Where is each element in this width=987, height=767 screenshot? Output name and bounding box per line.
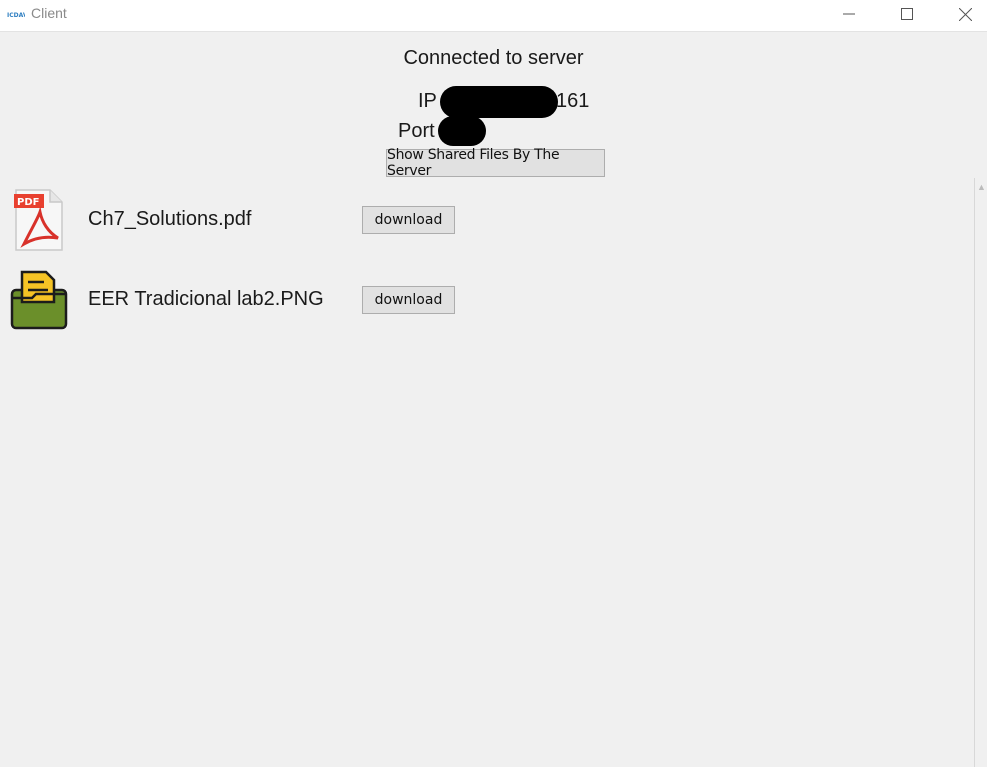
maximize-icon — [901, 8, 913, 20]
window-title: Client — [31, 5, 67, 21]
maximize-button[interactable] — [884, 0, 930, 28]
svg-text:ICDAV: ICDAV — [7, 12, 25, 19]
port-redaction — [438, 116, 486, 146]
close-icon — [958, 7, 972, 21]
show-shared-files-button[interactable]: Show Shared Files By The Server — [386, 147, 605, 179]
ip-suffix: 161 — [556, 90, 590, 112]
pdf-file-icon: PDF — [14, 189, 63, 251]
file-row: EER Tradicional lab2.PNG download — [0, 266, 970, 336]
ip-redaction — [440, 86, 558, 118]
close-button[interactable] — [942, 0, 987, 28]
ip-label: IP — [418, 90, 437, 112]
svg-text:PDF: PDF — [17, 197, 39, 208]
vertical-scrollbar[interactable]: ▲ — [974, 178, 987, 767]
connection-status: Connected to server — [403, 47, 584, 69]
scroll-up-icon[interactable]: ▲ — [977, 182, 987, 192]
download-button[interactable]: download — [362, 206, 455, 234]
file-name: EER Tradicional lab2.PNG — [88, 288, 324, 310]
app-icon: ICDAV — [7, 9, 25, 19]
client-window: ICDAV Client Connected to server IP 161 … — [0, 0, 987, 767]
minimize-button[interactable] — [826, 0, 872, 28]
port-label: Port — [398, 120, 435, 142]
file-row: PDF Ch7_Solutions.pdf download — [0, 186, 970, 256]
download-button[interactable]: download — [362, 286, 455, 314]
folder-file-icon — [10, 270, 68, 330]
title-bar: ICDAV Client — [0, 0, 987, 32]
file-name: Ch7_Solutions.pdf — [88, 208, 252, 230]
minimize-icon — [843, 13, 855, 15]
